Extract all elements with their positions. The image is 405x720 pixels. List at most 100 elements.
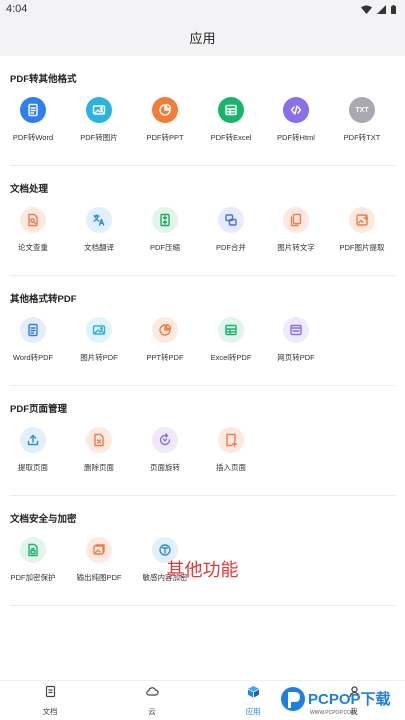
table-icon (218, 317, 244, 343)
page-title: 应用 (189, 30, 216, 46)
section-title: PDF页面管理 (10, 404, 68, 415)
tool-label: PDF压缩 (150, 243, 180, 252)
tool-doc-button[interactable]: PDF转Word (0, 97, 66, 149)
copy-icon (283, 207, 309, 233)
insert-page-icon (218, 427, 244, 453)
tool-web-button[interactable]: 网页转PDF (263, 317, 329, 369)
section-divider (10, 605, 395, 606)
tool-merge-button[interactable]: PDF合并 (198, 207, 264, 259)
tool-label: 图片转PDF (80, 353, 118, 362)
tool-label: 论文查重 (18, 243, 48, 252)
watermark-sub: WWW.PCPOP.COM (310, 710, 355, 716)
section-title: 文档处理 (10, 184, 49, 195)
doc-icon (20, 97, 46, 123)
upload-icon (20, 427, 46, 453)
tool-delete-page-button[interactable]: 删除页面 (66, 427, 132, 479)
tool-doc-search-button[interactable]: 论文查重 (0, 207, 66, 259)
txt-icon: TXT (349, 97, 375, 123)
tool-translate-button[interactable]: 文档翻译 (66, 207, 132, 259)
apps-list[interactable]: PDF转其他格式 PDF转Word PDF转图片 PDF转PPT PDF转Excel PD… (0, 56, 405, 680)
tool-code-button[interactable]: PDF转Html (263, 97, 329, 149)
tool-table-button[interactable]: PDF转Excel (198, 97, 264, 149)
document-tab-icon (44, 685, 57, 703)
tool-insert-page-button[interactable]: 插入页面 (198, 427, 264, 479)
tool-label: 文档翻译 (84, 243, 114, 252)
status-bar: 4:04 (0, 0, 405, 18)
tool-grid: 提取页面 删除页面 页面旋转 插入页面 (0, 427, 405, 481)
wifi-icon (361, 5, 372, 14)
section-title: 其他格式转PDF (10, 294, 77, 305)
image-icon (86, 97, 112, 123)
tool-label: PDF合并 (216, 243, 246, 252)
section-4: 文档安全与加密 PDF加密保护 输出纯图PDF 敏感内容加密 (0, 496, 405, 606)
section-2: 其他格式转PDF Word转PDF 图片转PDF PPT转PDF Excel转PDF 网页… (0, 276, 405, 386)
tool-label: 页面旋转 (150, 463, 180, 472)
tool-compress-button[interactable]: PDF压缩 (132, 207, 198, 259)
tool-grid: 论文查重 文档翻译 PDF压缩 PDF合并 图片转文字 PDF图片提取 (0, 207, 405, 261)
code-icon (283, 97, 309, 123)
compress-icon (152, 207, 178, 233)
merge-icon (218, 207, 244, 233)
pie-chart-icon (152, 97, 178, 123)
tool-copy-button[interactable]: 图片转文字 (263, 207, 329, 259)
tool-doc-button[interactable]: Word转PDF (0, 317, 66, 369)
section-0: PDF转其他格式 PDF转Word PDF转图片 PDF转PPT PDF转Excel PD… (0, 56, 405, 166)
tool-image-extract-button[interactable]: PDF图片提取 (329, 207, 395, 259)
tool-label: 插入页面 (216, 463, 246, 472)
tool-txt-button[interactable]: TXT PDF转TXT (329, 97, 395, 149)
image-extract-icon (349, 207, 375, 233)
pcpop-watermark: PCPOP下载 WWW.PCPOP.COM (281, 687, 391, 716)
section-3: PDF页面管理提取页面 删除页面 页面旋转 插入页面 (0, 386, 405, 496)
section-1: 文档处理论文查重 文档翻译 PDF压缩 PDF合并 图片转文字 PDF图片提取 (0, 166, 405, 276)
apps-cube-icon (247, 685, 260, 703)
tool-pie-chart-button[interactable]: PDF转PPT (132, 97, 198, 149)
other-functions-label[interactable]: 其他功能 (0, 556, 405, 582)
web-icon (283, 317, 309, 343)
tool-grid: PDF转Word PDF转图片 PDF转PPT PDF转Excel PDF转Html TX… (0, 97, 405, 151)
tab-cloud[interactable]: 云 (122, 685, 182, 719)
tool-label: Excel转PDF (210, 353, 252, 362)
tool-image-button[interactable]: 图片转PDF (66, 317, 132, 369)
tool-label: PDF转Html (277, 133, 315, 142)
tool-label: Word转PDF (12, 353, 54, 362)
cloud-tab-icon (145, 685, 159, 703)
tool-label: PDF转TXT (343, 133, 381, 142)
app-header: 应用 (0, 18, 405, 56)
translate-icon (86, 207, 112, 233)
tool-rotate-button[interactable]: 页面旋转 (132, 427, 198, 479)
watermark-text: PCPOP下载 (308, 690, 391, 708)
tool-label: PDF图片提取 (339, 243, 385, 252)
tab-document[interactable]: 文档 (20, 685, 80, 719)
tool-label: 网页转PDF (277, 353, 315, 362)
battery-icon (391, 4, 396, 14)
delete-page-icon (86, 427, 112, 453)
tool-label: PDF转图片 (80, 133, 118, 142)
tool-label: 提取页面 (18, 463, 48, 472)
table-icon (218, 97, 244, 123)
status-time: 4:04 (6, 3, 28, 15)
tool-label: PDF转PPT (146, 133, 184, 142)
section-title: 文档安全与加密 (10, 514, 77, 525)
doc-search-icon (20, 207, 46, 233)
section-title: PDF转其他格式 (10, 74, 77, 85)
tab-label: 文档 (42, 707, 58, 716)
tool-label: PDF转Word (12, 133, 54, 142)
tool-image-button[interactable]: PDF转图片 (66, 97, 132, 149)
tool-pie-chart-button[interactable]: PPT转PDF (132, 317, 198, 369)
tool-label: 图片转文字 (277, 243, 315, 252)
tab-apps-cube[interactable]: 应用 (223, 685, 283, 719)
tool-label: PPT转PDF (146, 353, 184, 362)
tab-label: 云 (148, 707, 156, 716)
doc-icon (20, 317, 46, 343)
tool-upload-button[interactable]: 提取页面 (0, 427, 66, 479)
signal-icon (377, 4, 386, 14)
status-icons (361, 4, 396, 14)
tool-label: PDF转Excel (210, 133, 252, 142)
tool-grid: Word转PDF 图片转PDF PPT转PDF Excel转PDF 网页转PDF (0, 317, 405, 371)
pie-chart-icon (152, 317, 178, 343)
tab-label: 应用 (245, 707, 261, 716)
rotate-icon (152, 427, 178, 453)
tool-table-button[interactable]: Excel转PDF (198, 317, 264, 369)
tool-label: 删除页面 (84, 463, 114, 472)
image-icon (86, 317, 112, 343)
